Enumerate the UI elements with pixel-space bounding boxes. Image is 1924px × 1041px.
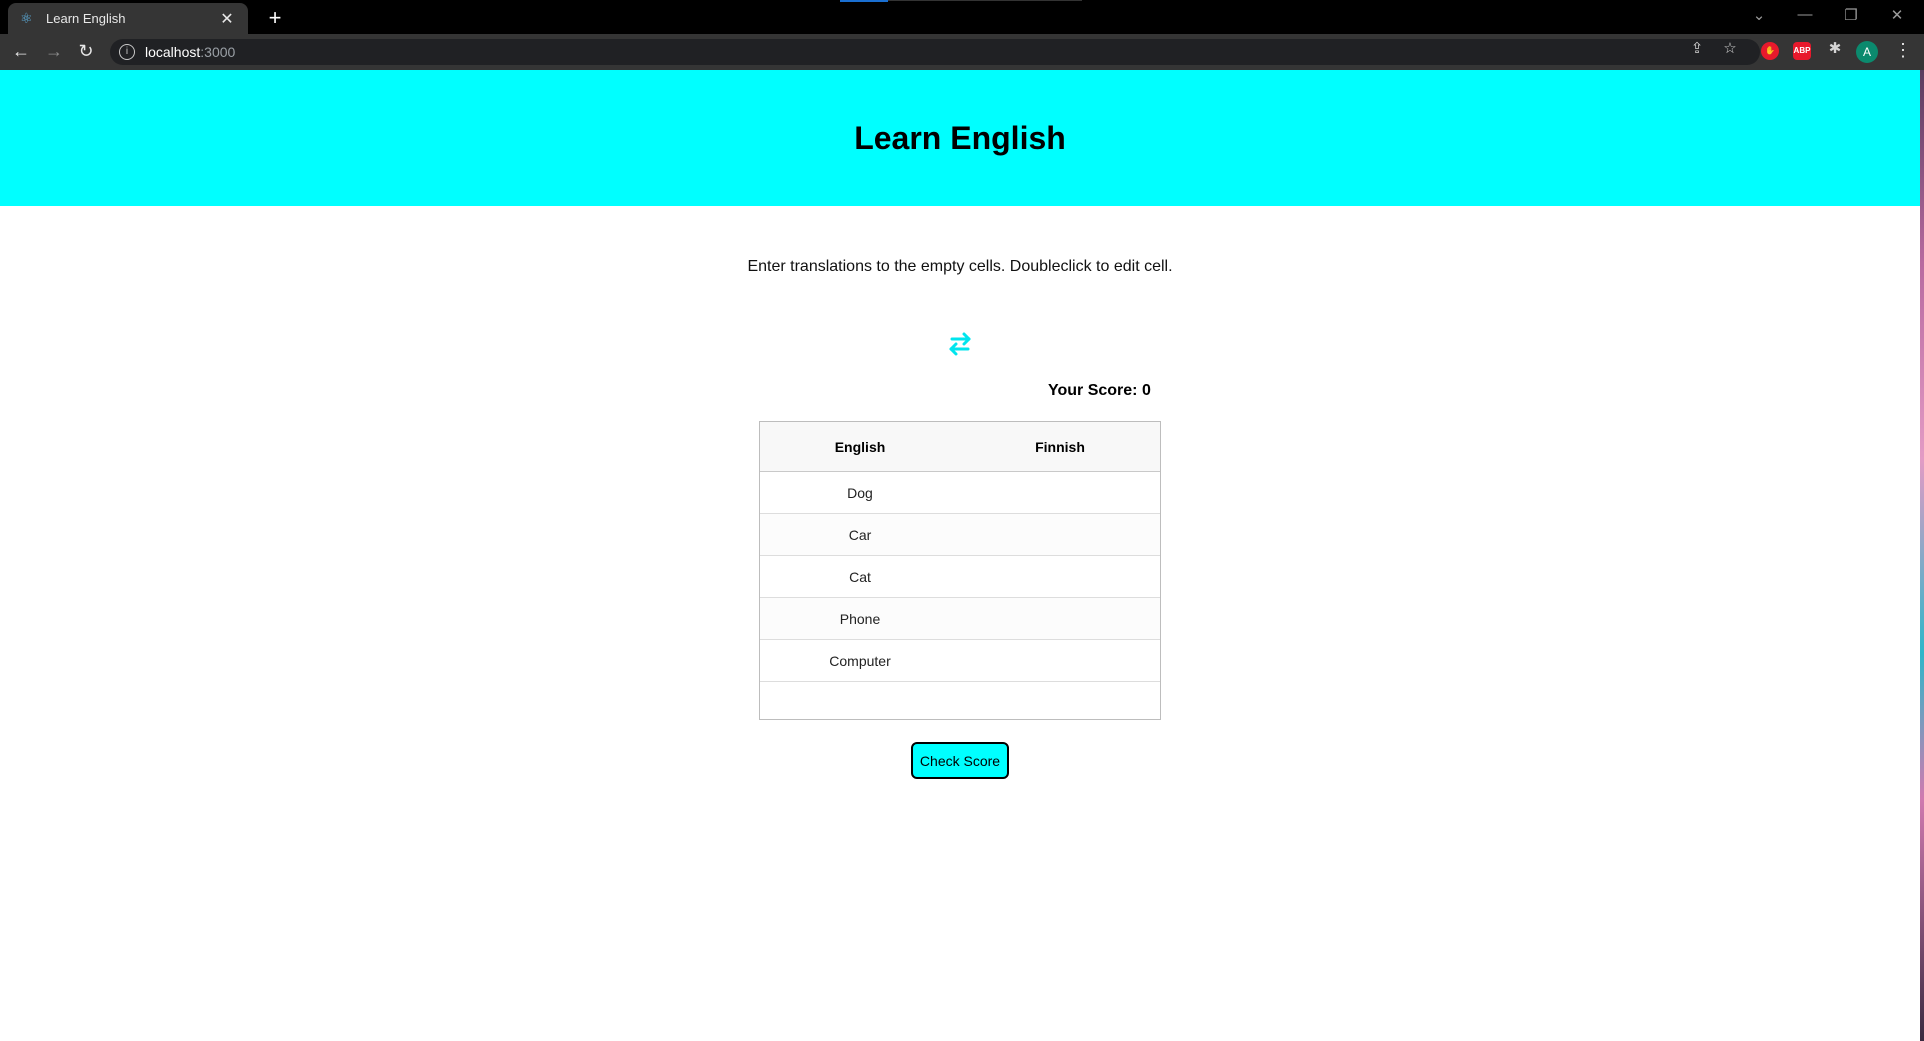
app-header: Learn English	[0, 70, 1920, 206]
column-header-english[interactable]: English	[760, 422, 960, 471]
finnish-cell[interactable]	[960, 472, 1160, 513]
profile-avatar[interactable]: A	[1856, 41, 1878, 63]
english-cell[interactable]: Phone	[760, 598, 960, 639]
site-info-icon[interactable]: i	[119, 44, 135, 60]
extension-red-icon[interactable]: ✋	[1761, 42, 1779, 60]
minimize-button[interactable]: —	[1790, 6, 1820, 23]
column-header-finnish[interactable]: Finnish	[960, 422, 1160, 471]
browser-tab[interactable]: ⚛ Learn English ✕	[8, 3, 248, 34]
browser-toolbar: ← → ↻ i localhost:3000 ⇪ ☆ ✋ ABP ✱ A ⋮	[0, 34, 1924, 70]
check-score-button[interactable]: Check Score	[911, 742, 1009, 779]
bookmark-star-icon[interactable]: ☆	[1719, 39, 1741, 57]
share-icon[interactable]: ⇪	[1686, 39, 1708, 57]
table-row: Computer	[760, 640, 1160, 682]
finnish-cell[interactable]	[960, 556, 1160, 597]
english-cell[interactable]: Cat	[760, 556, 960, 597]
swap-languages-icon[interactable]	[944, 328, 976, 360]
address-bar[interactable]: i localhost:3000	[110, 39, 1760, 65]
window-edge	[1920, 70, 1924, 1041]
close-tab-icon[interactable]: ✕	[218, 9, 236, 29]
english-cell[interactable]: Car	[760, 514, 960, 555]
grid-header: English Finnish	[760, 422, 1160, 472]
table-row: Dog	[760, 472, 1160, 514]
close-window-button[interactable]: ✕	[1882, 6, 1912, 24]
restore-button[interactable]: ❐	[1836, 6, 1866, 24]
back-button[interactable]: ←	[9, 41, 33, 62]
browser-menu-icon[interactable]: ⋮	[1894, 40, 1912, 61]
forward-button[interactable]: →	[42, 41, 66, 62]
english-cell[interactable]: Dog	[760, 472, 960, 513]
instructions-text: Enter translations to the empty cells. D…	[747, 258, 1173, 275]
url-text: localhost:3000	[145, 44, 236, 60]
tabstrip-indicator	[840, 0, 888, 2]
page-title: Learn English	[854, 119, 1066, 156]
extensions-puzzle-icon[interactable]: ✱	[1824, 39, 1846, 57]
finnish-cell[interactable]	[960, 514, 1160, 555]
react-icon: ⚛	[20, 10, 33, 26]
browser-tabstrip: ⚛ Learn English ✕ + ⌄ — ❐ ✕	[0, 0, 1924, 34]
english-cell[interactable]: Computer	[760, 640, 960, 681]
finnish-cell[interactable]	[960, 598, 1160, 639]
table-row: Cat	[760, 556, 1160, 598]
tab-search-icon[interactable]: ⌄	[1744, 6, 1774, 24]
score-label: Your Score: 0	[1048, 382, 1151, 399]
new-tab-button[interactable]: +	[262, 5, 288, 31]
table-row: Car	[760, 514, 1160, 556]
adblock-extension-icon[interactable]: ABP	[1793, 42, 1811, 60]
tab-title: Learn English	[46, 11, 126, 26]
page-content: Learn English Enter translations to the …	[0, 70, 1920, 1041]
translation-grid: English Finnish Dog Car Cat Phone Comput…	[759, 421, 1161, 720]
tabstrip-divider	[888, 0, 1082, 1]
reload-button[interactable]: ↻	[74, 41, 98, 62]
finnish-cell[interactable]	[960, 640, 1160, 681]
table-row: Phone	[760, 598, 1160, 640]
